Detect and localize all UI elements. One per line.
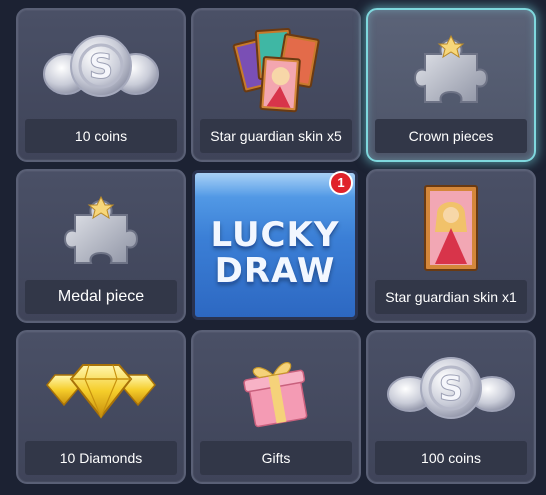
reward-cell-10-diamonds[interactable]: 10 Diamonds — [16, 330, 186, 484]
reward-label: 100 coins — [375, 441, 527, 475]
reward-grid: S 10 coins Star guardian skin x5 Crown p… — [0, 0, 546, 495]
reward-label: Star guardian skin x5 — [200, 119, 352, 153]
reward-label: Medal piece — [25, 280, 177, 314]
skin-card-icon — [368, 179, 534, 279]
reward-label: Gifts — [200, 441, 352, 475]
skin-cards-icon — [193, 18, 359, 118]
reward-label: Star guardian skin x1 — [375, 280, 527, 314]
gift-box-icon — [193, 340, 359, 440]
lucky-draw-line1: LUCKY — [210, 215, 340, 255]
reward-cell-10-coins[interactable]: S 10 coins — [16, 8, 186, 162]
reward-cell-star-guardian-skin-x5[interactable]: Star guardian skin x5 — [191, 8, 361, 162]
reward-cell-star-guardian-skin-x1[interactable]: Star guardian skin x1 — [366, 169, 536, 323]
gold-diamonds-icon — [18, 340, 184, 440]
lucky-draw-line2: DRAW — [214, 251, 336, 291]
reward-cell-crown-pieces[interactable]: Crown pieces — [366, 8, 536, 162]
silver-coins-icon: S — [368, 340, 534, 440]
silver-coins-icon: S — [18, 18, 184, 118]
reward-label: 10 Diamonds — [25, 441, 177, 475]
puzzle-piece-icon — [18, 179, 184, 279]
reward-label: 10 coins — [25, 119, 177, 153]
notification-badge: 1 — [329, 171, 353, 195]
svg-text:S: S — [89, 47, 114, 87]
svg-text:S: S — [439, 369, 464, 409]
reward-cell-100-coins[interactable]: S 100 coins — [366, 330, 536, 484]
reward-label: Crown pieces — [375, 119, 527, 153]
reward-cell-medal-piece[interactable]: Medal piece — [16, 169, 186, 323]
puzzle-piece-icon — [368, 18, 534, 118]
reward-cell-gifts[interactable]: Gifts — [191, 330, 361, 484]
